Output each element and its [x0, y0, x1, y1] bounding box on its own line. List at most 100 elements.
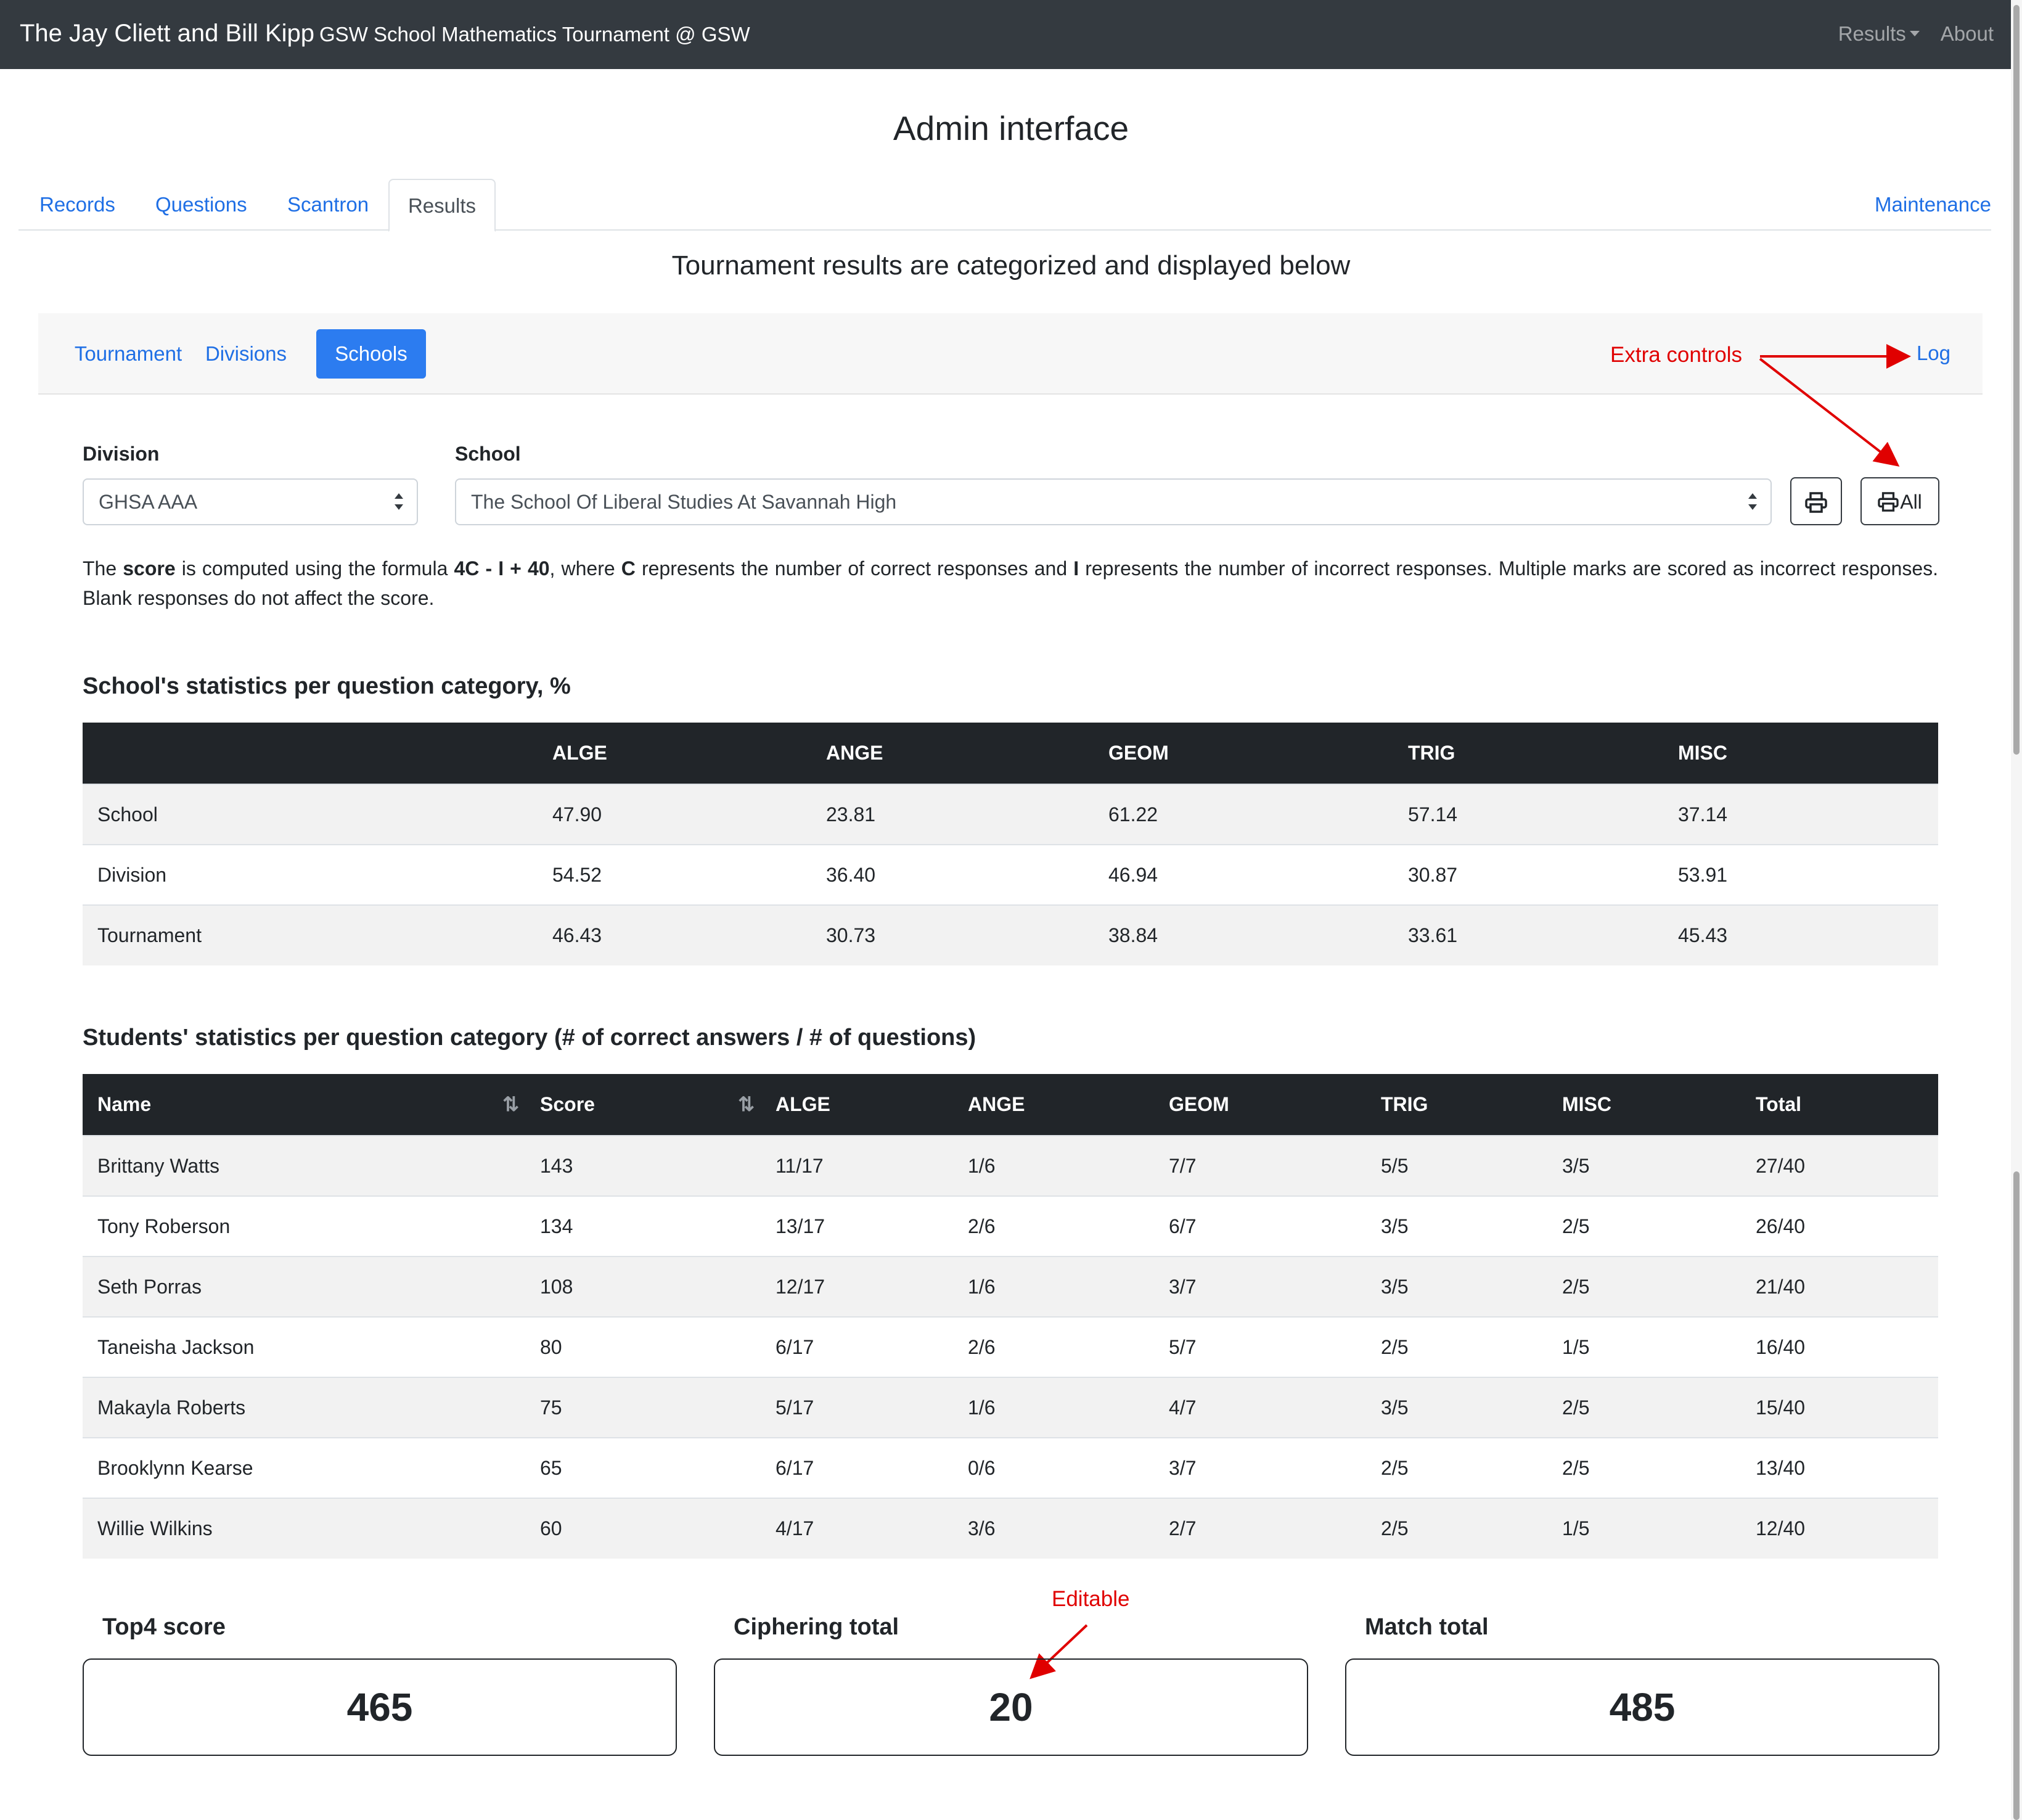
sort-icon[interactable]: ⇅ [502, 1092, 519, 1116]
table-cell: Brooklynn Kearse [83, 1437, 525, 1498]
table-cell: 2/6 [953, 1195, 1154, 1256]
printer-icon [1805, 492, 1827, 513]
top4-score-label: Top4 score [102, 1614, 226, 1640]
col-header: GEOM [1154, 1074, 1366, 1136]
col-header: MISC [1663, 723, 1938, 784]
desc-text: The [83, 557, 123, 580]
score-description: The score is computed using the formula … [83, 554, 1938, 613]
desc-text: represents the number of correct respons… [635, 557, 1074, 580]
table-row: Division 54.52 36.40 46.94 30.87 53.91 [83, 844, 1938, 905]
student-stats-table: Name ⇅ Score ⇅ ALGE ANGE GEOM TRIG MISC To… [83, 1074, 1938, 1559]
table-cell: 7/7 [1154, 1135, 1366, 1196]
table-cell: 23.81 [811, 784, 1094, 845]
table-cell: 3/7 [1154, 1256, 1366, 1317]
table-cell: 2/5 [1547, 1437, 1741, 1498]
print-all-button[interactable]: All [1860, 477, 1939, 525]
table-row: Brooklynn Kearse 65 6/17 0/6 3/7 2/5 2/5… [83, 1437, 1938, 1498]
table-row: Brittany Watts 143 11/17 1/6 7/7 5/5 3/5… [83, 1135, 1938, 1196]
table-cell: 65 [525, 1437, 761, 1498]
table-cell: Makayla Roberts [83, 1377, 525, 1438]
table-cell: 1/6 [953, 1135, 1154, 1196]
table-cell: 2/7 [1154, 1498, 1366, 1559]
table-cell: 2/5 [1547, 1377, 1741, 1438]
table-cell: 54.52 [538, 844, 811, 905]
table-row: School 47.90 23.81 61.22 57.14 37.14 [83, 784, 1938, 845]
col-header-label: Name [97, 1093, 152, 1115]
table-cell: Division [83, 844, 538, 905]
col-header: ALGE [538, 723, 811, 784]
table-cell: 33.61 [1393, 904, 1663, 965]
school-select-value: The School Of Liberal Studies At Savanna… [471, 491, 897, 513]
sort-icon[interactable]: ⇅ [738, 1092, 755, 1116]
table-cell: 27/40 [1741, 1135, 1938, 1196]
ciphering-total-input[interactable]: 20 [714, 1658, 1308, 1756]
select-arrows-icon [1748, 493, 1757, 512]
table-cell: 3/5 [1366, 1195, 1547, 1256]
desc-bold: C [621, 557, 636, 580]
table-cell: 1/6 [953, 1377, 1154, 1438]
table-cell: Tony Roberson [83, 1195, 525, 1256]
table-row: Willie Wilkins 60 4/17 3/6 2/7 2/5 1/5 1… [83, 1498, 1938, 1559]
school-stats-title: School's statistics per question categor… [83, 673, 571, 699]
table-cell: 21/40 [1741, 1256, 1938, 1317]
table-row: Taneisha Jackson 80 6/17 2/6 5/7 2/5 1/5… [83, 1316, 1938, 1377]
table-cell: 2/6 [953, 1316, 1154, 1377]
table-header-row: ALGE ANGE GEOM TRIG MISC [83, 723, 1938, 784]
col-header: GEOM [1094, 723, 1393, 784]
table-cell: 47.90 [538, 784, 811, 845]
table-cell: 12/17 [761, 1256, 953, 1317]
table-cell: Willie Wilkins [83, 1498, 525, 1559]
table-row: Tournament 46.43 30.73 38.84 33.61 45.43 [83, 904, 1938, 965]
col-header: TRIG [1393, 723, 1663, 784]
table-cell: 80 [525, 1316, 761, 1377]
table-cell: 75 [525, 1377, 761, 1438]
table-cell: 0/6 [953, 1437, 1154, 1498]
table-cell: 30.87 [1393, 844, 1663, 905]
ciphering-total-label: Ciphering total [734, 1614, 899, 1640]
col-header: TRIG [1366, 1074, 1547, 1136]
col-header [83, 723, 538, 784]
table-cell: 13/17 [761, 1195, 953, 1256]
table-cell: 36.40 [811, 844, 1094, 905]
table-cell: 6/17 [761, 1316, 953, 1377]
table-cell: 45.43 [1663, 904, 1938, 965]
table-cell: 6/17 [761, 1437, 953, 1498]
table-cell: Seth Porras [83, 1256, 525, 1317]
table-row: Tony Roberson 134 13/17 2/6 6/7 3/5 2/5 … [83, 1195, 1938, 1256]
desc-bold: score [123, 557, 176, 580]
table-cell: 2/5 [1547, 1256, 1741, 1317]
table-cell: 4/17 [761, 1498, 953, 1559]
table-cell: 143 [525, 1135, 761, 1196]
table-cell: 12/40 [1741, 1498, 1938, 1559]
print-button[interactable] [1790, 477, 1842, 525]
student-stats-title: Students' statistics per question catego… [83, 1025, 976, 1051]
table-cell: 37.14 [1663, 784, 1938, 845]
division-select[interactable]: GHSA AAA [83, 478, 418, 525]
table-cell: 16/40 [1741, 1316, 1938, 1377]
table-cell: 134 [525, 1195, 761, 1256]
table-cell: 108 [525, 1256, 761, 1317]
table-cell: 26/40 [1741, 1195, 1938, 1256]
table-cell: 53.91 [1663, 844, 1938, 905]
school-select[interactable]: The School Of Liberal Studies At Savanna… [455, 478, 1772, 525]
table-cell: School [83, 784, 538, 845]
match-total-label: Match total [1365, 1614, 1489, 1640]
table-cell: 61.22 [1094, 784, 1393, 845]
col-header-score[interactable]: Score ⇅ [525, 1074, 761, 1136]
table-cell: 57.14 [1393, 784, 1663, 845]
col-header: MISC [1547, 1074, 1741, 1136]
select-arrows-icon [395, 493, 403, 512]
desc-formula: 4C - I + 40 [454, 557, 550, 580]
print-all-label: All [1900, 490, 1922, 513]
table-cell: Tournament [83, 904, 538, 965]
school-stats-table: ALGE ANGE GEOM TRIG MISC School 47.90 23… [83, 723, 1938, 965]
desc-text: is computed using the formula [175, 557, 454, 580]
table-cell: 5/17 [761, 1377, 953, 1438]
col-header-name[interactable]: Name ⇅ [83, 1074, 525, 1136]
table-cell: 3/5 [1366, 1256, 1547, 1317]
table-cell: 2/5 [1366, 1316, 1547, 1377]
desc-text: , where [549, 557, 621, 580]
table-cell: 13/40 [1741, 1437, 1938, 1498]
table-row: Makayla Roberts 75 5/17 1/6 4/7 3/5 2/5 … [83, 1377, 1938, 1438]
table-cell: 3/5 [1547, 1135, 1741, 1196]
